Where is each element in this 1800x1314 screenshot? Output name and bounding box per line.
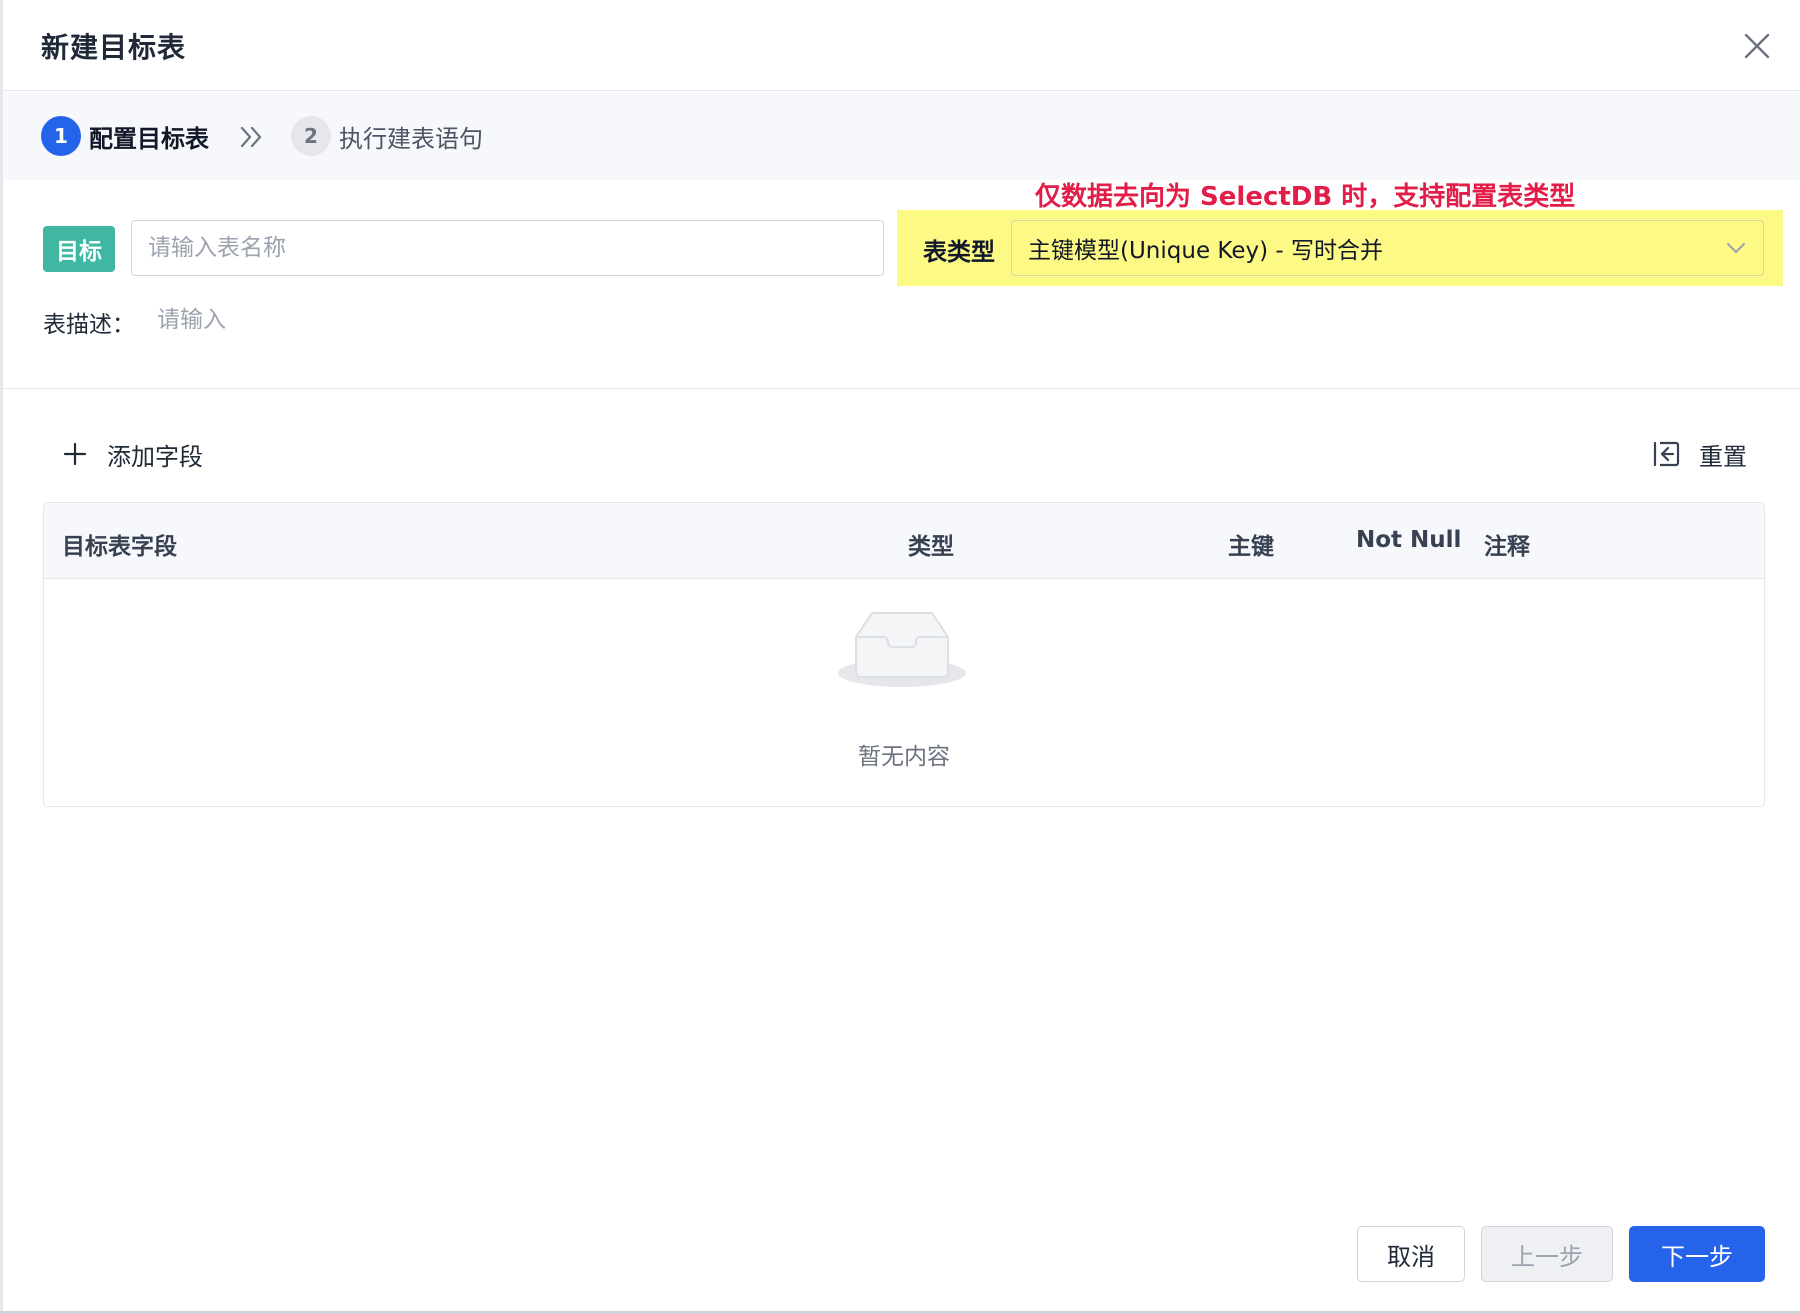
empty-inbox-icon: [836, 607, 968, 695]
target-tag: 目标: [43, 226, 115, 272]
column-header-primary-key: 主键: [1228, 534, 1274, 560]
column-header-comment: 注释: [1484, 534, 1530, 560]
column-header-not-null: Not Null: [1356, 527, 1462, 553]
table-header: 目标表字段 类型 主键 Not Null 注释: [44, 503, 1764, 579]
cancel-button[interactable]: 取消: [1357, 1226, 1465, 1282]
double-chevron-right-icon: [237, 122, 267, 152]
create-table-dialog: 新建目标表 1 配置目标表 2 执行建表语句 仅数据去向为 SelectDB 时…: [3, 0, 1800, 1311]
step-execute-ddl: 2 执行建表语句: [291, 116, 483, 156]
empty-text: 暂无内容: [858, 744, 950, 770]
column-header-type: 类型: [908, 534, 954, 560]
reset-label: 重置: [1699, 442, 1747, 471]
step-number: 1: [41, 116, 81, 156]
annotation-note: 仅数据去向为 SelectDB 时，支持配置表类型: [1035, 182, 1576, 212]
table-name-input[interactable]: [131, 220, 884, 276]
close-icon[interactable]: [1737, 26, 1777, 66]
step-label: 执行建表语句: [339, 124, 483, 153]
previous-step-button[interactable]: 上一步: [1481, 1226, 1613, 1282]
reset-icon: [1651, 439, 1681, 469]
table-type-select[interactable]: 主键模型(Unique Key) - 写时合并: [1011, 220, 1764, 276]
reset-button[interactable]: 重置: [1651, 434, 1747, 474]
add-field-label: 添加字段: [107, 442, 203, 471]
fields-table: 目标表字段 类型 主键 Not Null 注释 暂无内容: [43, 502, 1765, 807]
description-label: 表描述：: [43, 312, 135, 338]
table-type-value: 主键模型(Unique Key) - 写时合并: [1028, 238, 1384, 264]
table-type-label: 表类型: [923, 238, 995, 266]
dialog-header: 新建目标表: [3, 0, 1800, 91]
step-number: 2: [291, 116, 331, 156]
steps-bar: 1 配置目标表 2 执行建表语句: [3, 92, 1800, 180]
step-label: 配置目标表: [89, 124, 209, 153]
chevron-down-icon: [1725, 237, 1747, 259]
plus-icon: [61, 440, 89, 468]
dialog-title: 新建目标表: [41, 31, 187, 64]
column-header-field: 目标表字段: [62, 534, 177, 560]
description-input[interactable]: [153, 300, 653, 340]
next-step-button[interactable]: 下一步: [1629, 1226, 1765, 1282]
step-configure-target: 1 配置目标表: [41, 116, 209, 156]
add-field-button[interactable]: 添加字段: [61, 434, 203, 474]
divider: [3, 388, 1800, 389]
page: 新建目标表 1 配置目标表 2 执行建表语句 仅数据去向为 SelectDB 时…: [0, 0, 1800, 1314]
